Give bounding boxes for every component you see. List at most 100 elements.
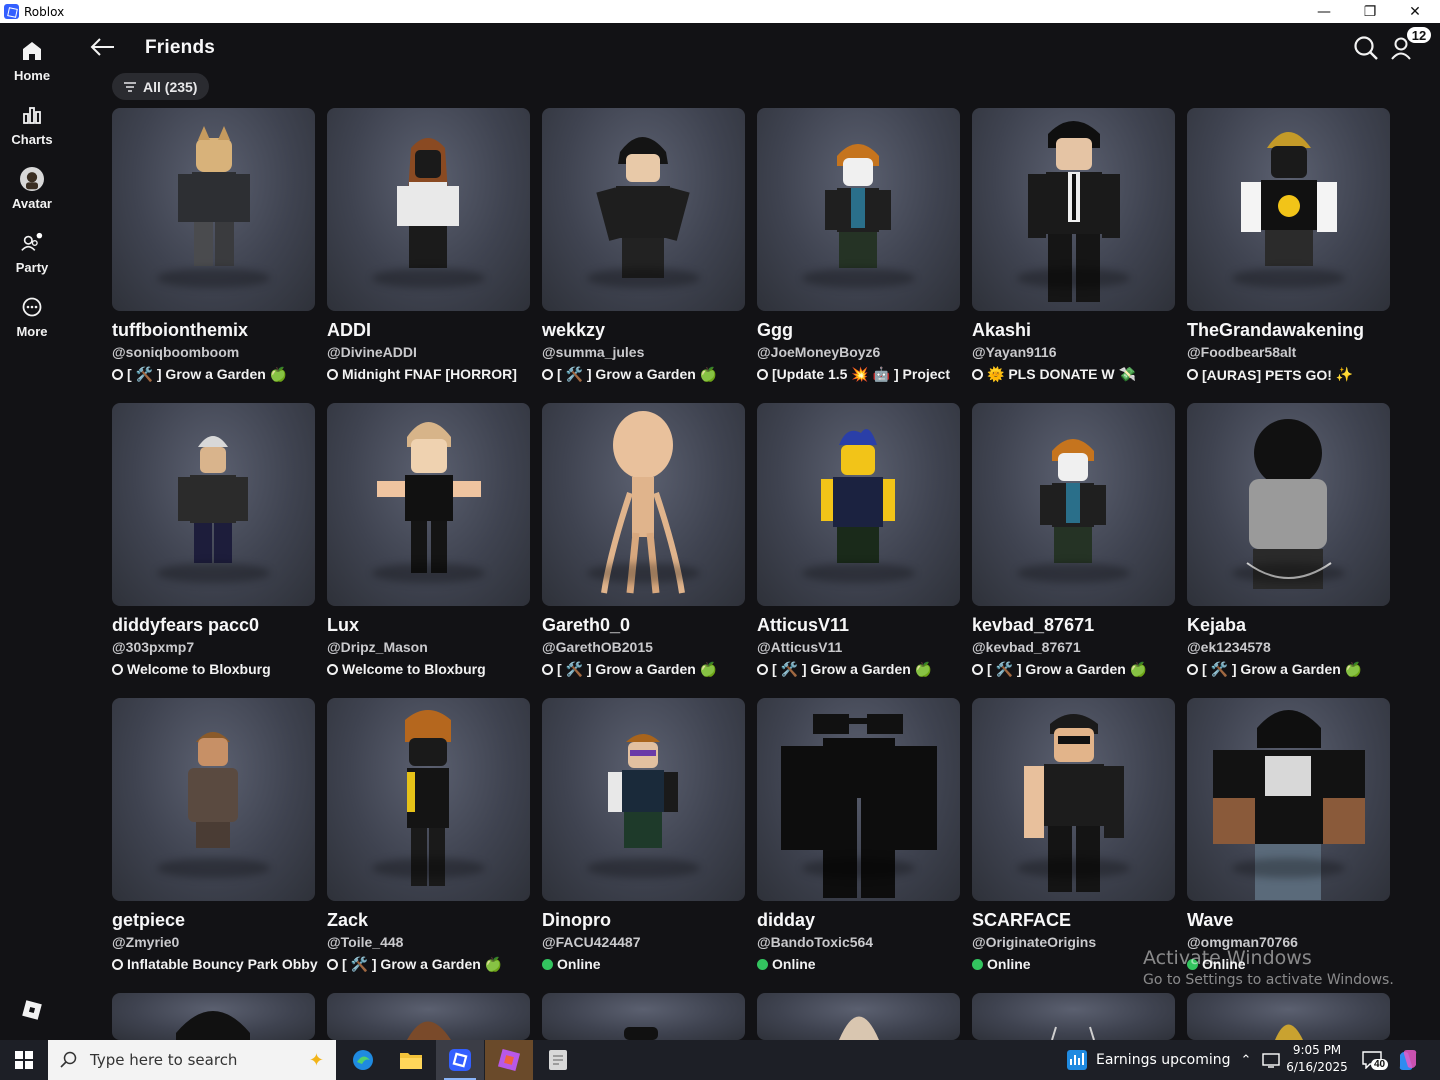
friend-display-name[interactable]: wekkzy [542,320,605,341]
friend-card[interactable]: Wave @omgman70766 Online [1187,698,1390,988]
avatar-thumbnail[interactable] [972,108,1175,311]
friend-status[interactable]: Online [972,956,1031,972]
friend-card[interactable] [757,993,960,1040]
friend-status[interactable]: [ 🛠️ ] Grow a Garden 🍏 [327,956,502,973]
friend-status[interactable]: [ 🛠️ ] Grow a Garden 🍏 [112,366,287,383]
friend-card[interactable]: ADDI @DivineADDI Midnight FNAF [HORROR] [327,108,530,398]
avatar-thumbnail[interactable] [972,403,1175,606]
friend-status[interactable]: Online [757,956,816,972]
file-explorer-icon[interactable] [387,1040,435,1080]
friend-status[interactable]: [ 🛠️ ] Grow a Garden 🍏 [1187,661,1362,678]
avatar-thumbnail[interactable] [327,993,530,1040]
avatar-thumbnail[interactable] [327,698,530,901]
friend-card[interactable]: kevbad_87671 @kevbad_87671 [ 🛠️ ] Grow a… [972,403,1175,693]
friend-status[interactable]: Inflatable Bouncy Park Obby [112,956,322,972]
friend-status[interactable]: [ 🛠️ ] Grow a Garden 🍏 [542,366,717,383]
friend-card[interactable]: getpiece @Zmyrie0 Inflatable Bouncy Park… [112,698,318,988]
close-button[interactable]: ✕ [1392,0,1438,23]
friend-card[interactable] [112,993,315,1040]
friend-display-name[interactable]: didday [757,910,815,931]
roblox-studio-icon[interactable] [485,1040,533,1080]
sidebar-item-party[interactable]: Party [0,225,64,285]
friend-card[interactable]: Dinopro @FACU424487 Online [542,698,745,988]
sidebar-item-avatar[interactable]: Avatar [0,161,64,221]
friend-card[interactable] [327,993,530,1040]
friend-status[interactable]: Welcome to Bloxburg [327,661,490,677]
avatar-thumbnail[interactable] [542,993,745,1040]
taskbar-clock[interactable]: 9:05 PM 6/16/2025 [1280,1043,1354,1074]
minimize-button[interactable]: — [1301,0,1347,23]
friend-card[interactable] [972,993,1175,1040]
friend-card[interactable]: didday @BandoToxic564 Online [757,698,960,988]
taskbar-news-widget[interactable]: Earnings upcoming [1066,1040,1231,1080]
friend-status[interactable]: [ 🛠️ ] Grow a Garden 🍏 [972,661,1147,678]
friend-display-name[interactable]: Gareth0_0 [542,615,630,636]
search-button[interactable] [1352,34,1380,62]
friend-status[interactable]: Online [542,956,601,972]
avatar-thumbnail[interactable] [972,698,1175,901]
friend-card[interactable]: Lux @Dripz_Mason Welcome to Bloxburg [327,403,530,693]
avatar-thumbnail[interactable] [112,993,315,1040]
avatar-thumbnail[interactable] [112,403,315,606]
back-button[interactable] [88,35,116,59]
avatar-thumbnail[interactable] [112,108,315,311]
avatar-thumbnail[interactable] [757,993,960,1040]
friend-status[interactable]: 🌞 PLS DONATE W 💸 [972,366,1140,383]
notepad-app-icon[interactable] [534,1040,582,1080]
edge-app-icon[interactable] [339,1040,387,1080]
friend-card[interactable]: Kejaba @ek1234578 [ 🛠️ ] Grow a Garden 🍏 [1187,403,1390,693]
network-icon[interactable] [1260,1040,1282,1080]
chevron-up-icon[interactable]: ⌃ [1236,1040,1256,1080]
friend-display-name[interactable]: getpiece [112,910,185,931]
friend-card[interactable] [1187,993,1390,1040]
friend-status[interactable]: Welcome to Bloxburg [112,661,275,677]
friend-card[interactable]: SCARFACE @OriginateOrigins Online [972,698,1175,988]
avatar-thumbnail[interactable] [542,108,745,311]
sidebar-item-charts[interactable]: Charts [0,97,64,157]
friend-display-name[interactable]: kevbad_87671 [972,615,1094,636]
taskbar-search-box[interactable]: Type here to search ✦ [48,1040,336,1080]
avatar-thumbnail[interactable] [1187,698,1390,901]
friend-card[interactable]: Zack @Toile_448 [ 🛠️ ] Grow a Garden 🍏 [327,698,530,988]
avatar-thumbnail[interactable] [327,403,530,606]
friend-card[interactable]: diddyfears pacc0 @303pxmp7 Welcome to Bl… [112,403,315,693]
avatar-thumbnail[interactable] [542,403,745,606]
friend-display-name[interactable]: Dinopro [542,910,611,931]
sidebar-item-more[interactable]: More [0,289,64,349]
friend-card[interactable]: AtticusV11 @AtticusV11 [ 🛠️ ] Grow a Gar… [757,403,960,693]
friend-card[interactable]: Gareth0_0 @GarethOB2015 [ 🛠️ ] Grow a Ga… [542,403,745,693]
avatar-thumbnail[interactable] [327,108,530,311]
friend-card[interactable]: wekkzy @summa_jules [ 🛠️ ] Grow a Garden… [542,108,745,398]
friend-display-name[interactable]: AtticusV11 [757,615,849,636]
restore-button[interactable]: ❐ [1347,0,1393,23]
friend-card[interactable]: Ggg @JoeMoneyBoyz6 [Update 1.5 💥 🤖 ] Pro… [757,108,960,398]
avatar-thumbnail[interactable] [1187,403,1390,606]
friend-status[interactable]: [ 🛠️ ] Grow a Garden 🍏 [757,661,932,678]
friend-status[interactable]: [ 🛠️ ] Grow a Garden 🍏 [542,661,717,678]
friend-status[interactable]: [Update 1.5 💥 🤖 ] Project [757,366,954,383]
roblox-logo-icon[interactable] [22,1000,42,1020]
filter-dropdown[interactable]: All (235) [112,73,210,100]
friend-display-name[interactable]: diddyfears pacc0 [112,615,259,636]
friend-display-name[interactable]: Kejaba [1187,615,1246,636]
friend-display-name[interactable]: Ggg [757,320,793,341]
friend-status[interactable]: Midnight FNAF [HORROR] [327,366,521,382]
friend-display-name[interactable]: ADDI [327,320,371,341]
friend-card[interactable]: Akashi @Yayan9116 🌞 PLS DONATE W 💸 [972,108,1175,398]
friend-display-name[interactable]: Akashi [972,320,1031,341]
friend-card[interactable]: TheGrandawakening @Foodbear58alt [AURAS]… [1187,108,1390,398]
avatar-thumbnail[interactable] [542,698,745,901]
avatar-thumbnail[interactable] [1187,108,1390,311]
avatar-thumbnail[interactable] [972,993,1175,1040]
friend-display-name[interactable]: Wave [1187,910,1233,931]
copilot-icon[interactable] [1394,1040,1422,1080]
friend-display-name[interactable]: Zack [327,910,368,931]
avatar-thumbnail[interactable] [1187,993,1390,1040]
friend-status[interactable]: [AURAS] PETS GO! ✨ [1187,366,1353,383]
avatar-thumbnail[interactable] [757,403,960,606]
friend-display-name[interactable]: TheGrandawakening [1187,320,1364,341]
avatar-thumbnail[interactable] [112,698,315,901]
friend-display-name[interactable]: Lux [327,615,359,636]
sidebar-item-home[interactable]: Home [0,33,64,93]
avatar-thumbnail[interactable] [757,108,960,311]
